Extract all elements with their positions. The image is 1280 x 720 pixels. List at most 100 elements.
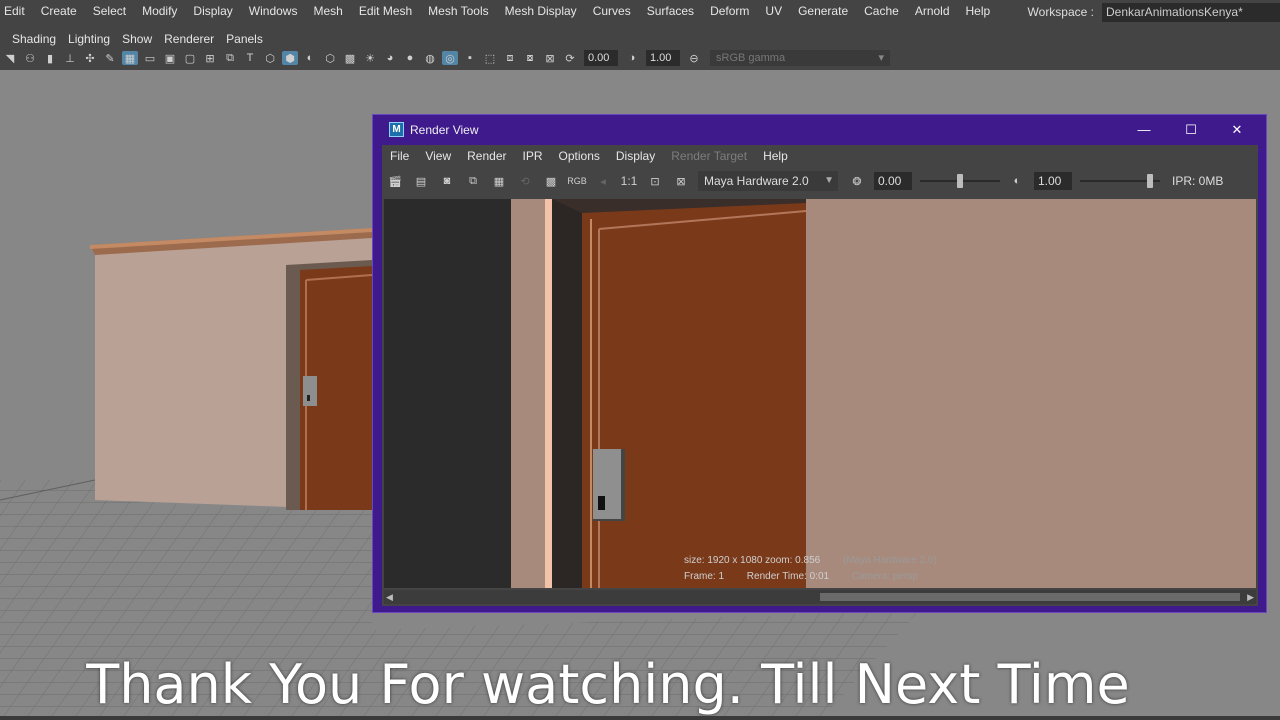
rgb-channel-icon[interactable]: RGB — [566, 172, 588, 190]
rv-menu-file[interactable]: File — [382, 149, 417, 163]
grid-icon[interactable]: ▦ — [122, 51, 138, 65]
exposure-field[interactable]: 0.00 — [584, 50, 618, 66]
render-horizontal-scrollbar[interactable]: ◀ ▶ — [384, 590, 1256, 604]
menu-deform[interactable]: Deform — [702, 2, 757, 20]
scroll-right-icon[interactable]: ▶ — [1247, 590, 1254, 604]
panel-menu-renderer[interactable]: Renderer — [158, 32, 220, 46]
textured-icon[interactable]: ▩ — [342, 51, 358, 65]
render-time: Render Time: 0:01 — [746, 571, 830, 582]
gamma-field[interactable]: 1.00 — [1034, 172, 1072, 190]
alpha-channel-icon: ◂ — [600, 175, 606, 188]
menu-windows[interactable]: Windows — [241, 2, 306, 20]
exposure-slider[interactable] — [920, 174, 1000, 188]
exposure-icon[interactable]: ⟳ — [562, 51, 578, 65]
menu-edit[interactable]: Edit — [0, 2, 33, 20]
pencil-icon[interactable]: ✎ — [102, 51, 118, 65]
rv-menu-help[interactable]: Help — [755, 149, 796, 163]
menu-display[interactable]: Display — [185, 2, 240, 20]
close-button[interactable]: ✕ — [1214, 115, 1260, 144]
main-menu-bar: Edit Create Select Modify Display Window… — [0, 0, 1280, 22]
exposure-slider-knob[interactable] — [957, 174, 963, 188]
remove-image-icon[interactable]: ⊠ — [670, 172, 692, 190]
menu-mesh-tools[interactable]: Mesh Tools — [420, 2, 496, 20]
render-settings-icon[interactable]: ▩ — [540, 172, 562, 190]
menu-modify[interactable]: Modify — [134, 2, 185, 20]
gamma-slider[interactable] — [1080, 174, 1160, 188]
menu-mesh[interactable]: Mesh — [305, 2, 350, 20]
menu-create[interactable]: Create — [33, 2, 85, 20]
ipr-render-icon[interactable]: ▦ — [488, 172, 510, 190]
menu-cache[interactable]: Cache — [856, 2, 907, 20]
menu-surfaces[interactable]: Surfaces — [639, 2, 702, 20]
gamma-field[interactable]: 1.00 — [646, 50, 680, 66]
menu-mesh-display[interactable]: Mesh Display — [497, 2, 585, 20]
gamma-icon[interactable]: ◑ — [624, 51, 640, 65]
motion-blur-icon[interactable]: ◍ — [422, 51, 438, 65]
wireframe-icon[interactable]: ⬡ — [262, 51, 278, 65]
bottom-strip — [0, 716, 1280, 720]
render-region-icon[interactable]: ▤ — [410, 172, 432, 190]
menu-arnold[interactable]: Arnold — [907, 2, 958, 20]
xray-icon[interactable]: ⧈ — [502, 51, 518, 65]
workspace-dropdown[interactable]: DenkarAnimationsKenya* — [1102, 2, 1280, 22]
render-camera: Camera: persp — [851, 571, 918, 582]
anti-aliasing-icon[interactable]: ◎ — [442, 51, 458, 65]
menu-select[interactable]: Select — [85, 2, 134, 20]
smooth-shade-icon[interactable]: ⬢ — [282, 51, 298, 65]
redo-render-icon[interactable]: 🎬︎ — [384, 172, 406, 190]
depth-of-field-icon[interactable]: ▪ — [462, 51, 478, 65]
gamma-icon[interactable]: ◐ — [1006, 172, 1028, 190]
color-management-icon[interactable]: ⊖ — [686, 51, 702, 65]
scroll-left-icon[interactable]: ◀ — [386, 590, 393, 604]
maximize-button[interactable]: ☐ — [1168, 115, 1214, 144]
view-transform-dropdown[interactable]: sRGB gamma — [710, 50, 890, 66]
rv-menu-ipr[interactable]: IPR — [515, 149, 551, 163]
isolate-select-icon[interactable]: ⬚ — [482, 51, 498, 65]
xray-joints-icon[interactable]: ⧇ — [522, 51, 538, 65]
panel-menu-shading[interactable]: Shading — [0, 32, 62, 46]
renderer-dropdown[interactable]: Maya Hardware 2.0 — [698, 171, 838, 191]
use-default-material-icon[interactable]: ◐ — [302, 51, 318, 65]
panel-menu-show[interactable]: Show — [116, 32, 158, 46]
exposure-icon[interactable]: ❂ — [846, 172, 868, 190]
render-sequence-icon[interactable]: ⧉ — [462, 172, 484, 190]
select-camera-icon[interactable]: ◥ — [2, 51, 18, 65]
rv-menu-view[interactable]: View — [417, 149, 459, 163]
minimize-button[interactable]: — — [1121, 115, 1167, 144]
ambient-occlusion-icon[interactable]: ● — [402, 51, 418, 65]
move-tool-icon[interactable]: ✣ — [82, 51, 98, 65]
use-all-lights-icon[interactable]: ☀ — [362, 51, 378, 65]
rv-menu-options[interactable]: Options — [551, 149, 608, 163]
field-chart-icon[interactable]: ⊞ — [202, 51, 218, 65]
resolution-gate-icon[interactable]: ▣ — [162, 51, 178, 65]
snapshot-icon[interactable]: ◙ — [436, 172, 458, 190]
xray-components-icon[interactable]: ⊠ — [542, 51, 558, 65]
image-plane-icon[interactable]: ⊥ — [62, 51, 78, 65]
menu-uv[interactable]: UV — [757, 2, 790, 20]
rv-menu-display[interactable]: Display — [608, 149, 663, 163]
menu-help[interactable]: Help — [958, 2, 999, 20]
gate-mask-icon[interactable]: ▢ — [182, 51, 198, 65]
film-gate-icon[interactable]: ▭ — [142, 51, 158, 65]
bookmark-icon[interactable]: ▮ — [42, 51, 58, 65]
render-canvas[interactable]: size: 1920 x 1080 zoom: 0.856 (Maya Hard… — [384, 199, 1256, 588]
scrollbar-thumb[interactable] — [820, 593, 1240, 601]
safe-title-icon[interactable]: T — [242, 51, 258, 65]
wireframe-on-shaded-icon[interactable]: ⬡ — [322, 51, 338, 65]
keep-image-icon[interactable]: ⊡ — [644, 172, 666, 190]
panel-menu-panels[interactable]: Panels — [220, 32, 269, 46]
menu-curves[interactable]: Curves — [585, 2, 639, 20]
exposure-field[interactable]: 0.00 — [874, 172, 912, 190]
rv-menu-render[interactable]: Render — [459, 149, 514, 163]
real-size-icon[interactable]: 1:1 — [618, 172, 640, 190]
menu-generate[interactable]: Generate — [790, 2, 856, 20]
shadows-icon[interactable]: ◕ — [382, 51, 398, 65]
render-view-window[interactable]: M Render View — ☐ ✕ File View Render IPR… — [372, 114, 1267, 613]
gamma-slider-knob[interactable] — [1147, 174, 1153, 188]
render-info-line-2: Frame: 1 Render Time: 0:01 Camera: persp — [684, 571, 938, 582]
camera-attributes-icon[interactable]: ⚇ — [22, 51, 38, 65]
panel-menu-lighting[interactable]: Lighting — [62, 32, 116, 46]
menu-edit-mesh[interactable]: Edit Mesh — [351, 2, 420, 20]
render-view-titlebar[interactable]: M Render View — ☐ ✕ — [373, 115, 1266, 144]
safe-action-icon[interactable]: ⧉ — [222, 51, 238, 65]
